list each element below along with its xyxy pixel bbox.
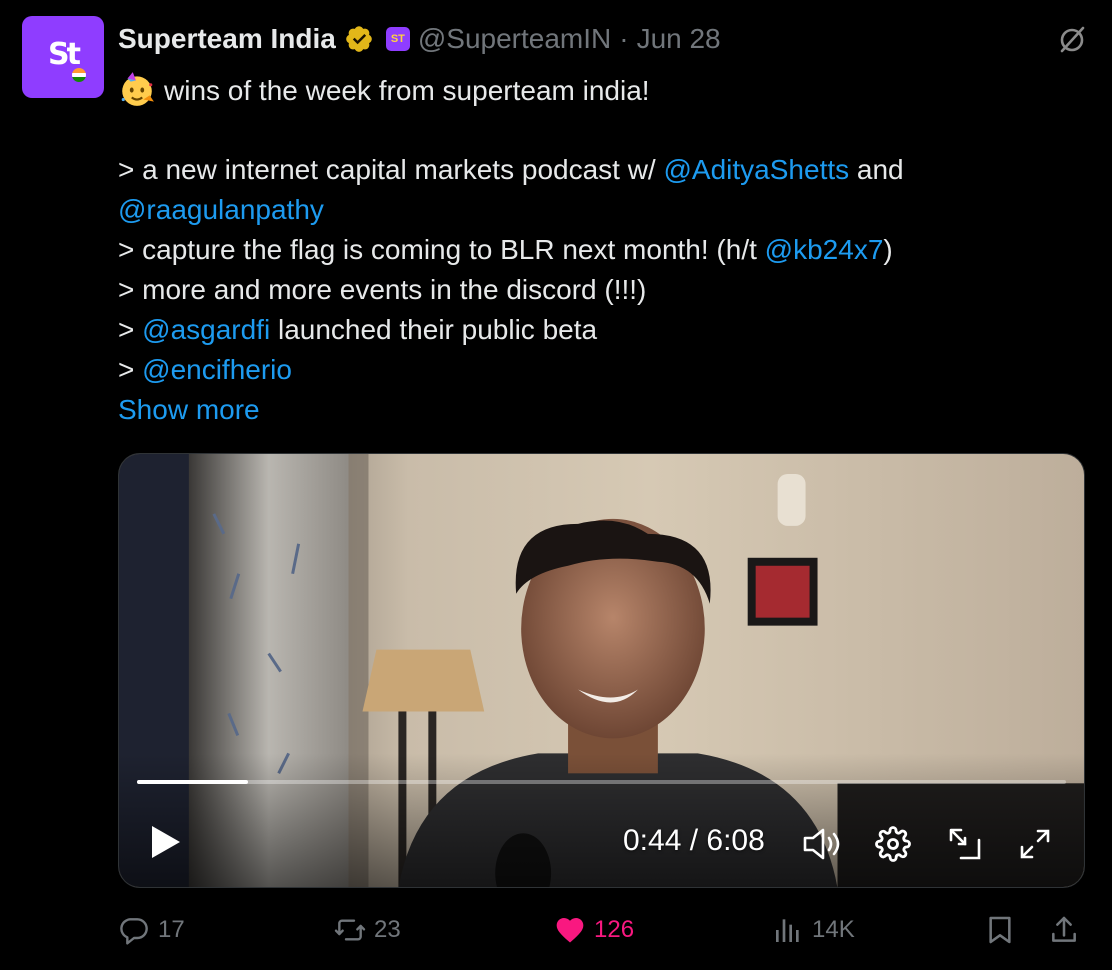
text-segment: launched their public beta [270, 314, 598, 345]
reply-icon [120, 918, 148, 945]
repost-button[interactable]: 23 [334, 914, 401, 946]
bookmark-icon [989, 916, 1011, 944]
video-progress-bar[interactable] [137, 780, 1066, 784]
verified-badge-icon[interactable] [344, 24, 374, 54]
video-current-time: 0:44 [623, 824, 682, 857]
settings-button[interactable] [873, 824, 913, 864]
views-button[interactable]: 14K [772, 914, 855, 946]
author-avatar[interactable]: St [22, 16, 104, 98]
fullscreen-button[interactable] [1015, 824, 1055, 864]
show-more-link[interactable]: Show more [118, 394, 260, 425]
text-line-content: wins of the week from superteam india! [164, 75, 650, 106]
text-segment: > [118, 314, 143, 345]
tweet-header: Superteam India ST @SuperteamIN · Jun 28 [118, 22, 721, 56]
like-button[interactable]: 126 [554, 914, 634, 946]
text-segment: > [118, 354, 143, 385]
video-duration: 6:08 [706, 824, 765, 857]
fullscreen-icon [1020, 829, 1050, 859]
repost-icon [334, 919, 366, 941]
heart-icon [556, 918, 584, 943]
views-icon [776, 919, 799, 942]
text-segment: > capture the flag is coming to BLR next… [118, 234, 765, 265]
grok-icon[interactable] [1056, 24, 1088, 56]
affiliate-badge[interactable]: ST [385, 27, 410, 51]
share-button[interactable] [1048, 914, 1080, 946]
text-line-6: > @asgardfi launched their public beta [118, 310, 1078, 350]
reply-button[interactable]: 17 [118, 914, 185, 946]
settings-gear-icon [875, 826, 911, 862]
text-line-8: Show more [118, 390, 1078, 430]
avatar-logo: St [48, 36, 81, 72]
video-frame [119, 454, 1084, 887]
bookmark-button[interactable] [984, 914, 1016, 946]
volume-icon [803, 828, 840, 860]
text-line-5: > more and more events in the discord (!… [118, 270, 1078, 310]
play-icon [152, 826, 180, 858]
repost-count: 23 [374, 916, 401, 943]
picture-in-picture-button[interactable] [945, 824, 985, 864]
like-count: 126 [594, 916, 635, 943]
mention-link[interactable]: @raagulanpathy [118, 194, 324, 225]
india-flag-icon [72, 68, 86, 82]
mention-link[interactable]: @encifherio [142, 354, 292, 385]
tweet-text: wins of the week from superteam india! >… [118, 70, 1078, 430]
party-face-icon [121, 72, 154, 106]
reply-count: 17 [158, 916, 185, 943]
view-count: 14K [812, 916, 855, 943]
video-progress-fill [137, 780, 248, 784]
text-segment: and [849, 154, 904, 185]
text-line-7: > @encifherio [118, 350, 1078, 390]
author-name[interactable]: Superteam India [118, 23, 336, 55]
mention-link[interactable]: @asgardfi [142, 314, 270, 345]
tweet-date[interactable]: Jun 28 [637, 23, 721, 55]
text-segment: > more and more events in the discord (!… [118, 274, 647, 305]
play-button[interactable] [145, 822, 185, 862]
text-segment: ) [883, 234, 893, 265]
video-time: 0:44 / 6:08 [623, 824, 765, 858]
text-line-1: wins of the week from superteam india! [118, 70, 1078, 110]
picture-in-picture-icon [949, 828, 981, 860]
header-separator: · [619, 23, 629, 54]
mention-link[interactable]: @kb24x7 [765, 234, 884, 265]
video-time-separator: / [681, 824, 707, 857]
share-icon [1052, 916, 1076, 942]
volume-button[interactable] [801, 824, 843, 864]
text-line-2: > a new internet capital markets podcast… [118, 150, 1078, 190]
text-segment: > a new internet capital markets podcast… [118, 154, 664, 185]
tweet-actions: 17 23 126 14K [118, 914, 1090, 956]
text-line-3: @raagulanpathy [118, 190, 1078, 230]
author-handle[interactable]: @SuperteamIN [418, 23, 611, 55]
mention-link[interactable]: @AdityaShetts [664, 154, 850, 185]
text-line-4: > capture the flag is coming to BLR next… [118, 230, 1078, 270]
video-player[interactable]: 0:44 / 6:08 [118, 453, 1085, 888]
